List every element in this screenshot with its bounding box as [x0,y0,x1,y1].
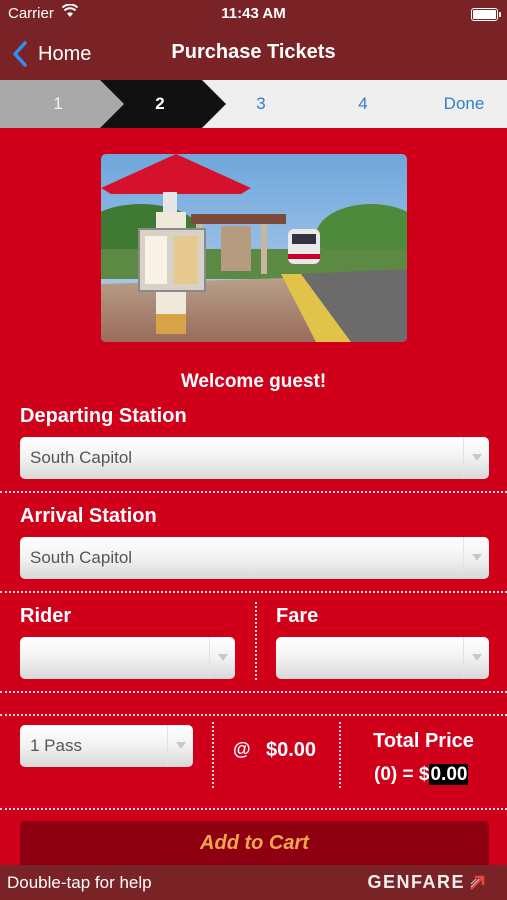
arrival-station-label: Arrival Station [20,505,157,527]
genfare-logo: GENFARE [367,872,485,893]
fare-label: Fare [276,605,319,627]
clock: 11:43 AM [221,5,286,22]
total-amount: 0.00 [429,764,469,785]
help-hint: Double-tap for help [7,873,152,892]
status-bar: Carrier 11:43 AM [0,0,507,28]
divider [0,714,507,716]
unit-price: $0.00 [266,739,317,761]
arrival-station-select[interactable]: South Capitol [20,537,489,579]
divider [0,491,507,493]
step-2-current[interactable]: 2 [140,80,180,128]
rider-label: Rider [20,605,72,627]
departing-station-value: South Capitol [30,448,133,467]
equals-sign: = [402,764,414,785]
total-price-label: Total Price [373,730,474,752]
fare-select[interactable] [276,637,489,679]
genfare-arrow-icon [470,875,485,890]
divider [0,808,507,810]
at-symbol: @ [233,739,251,759]
footer-bar: Double-tap for help GENFARE [0,865,507,900]
battery-icon [471,8,501,21]
dropdown-arrow-icon [463,637,489,679]
train-station-photo [101,154,407,342]
dropdown-arrow-icon [463,437,489,479]
brand-name: GENFARE [367,872,465,892]
rider-select[interactable] [20,637,235,679]
welcome-message: Welcome guest! [180,371,327,392]
page-title: Purchase Tickets [171,41,336,63]
quantity-value: 1 Pass [30,736,82,755]
step-1[interactable]: 1 [40,80,76,128]
dropdown-arrow-icon [167,725,193,767]
navigation-bar: Home Purchase Tickets [0,28,507,80]
departing-station-label: Departing Station [20,405,187,427]
divider [0,591,507,593]
total-currency: $ [418,764,430,785]
arrival-station-value: South Capitol [30,548,133,567]
total-price-line: (0) = $0.00 [374,764,469,786]
step-progress-bar: 1 2 3 4 Done [0,80,507,128]
dropdown-arrow-icon [209,637,235,679]
dropdown-arrow-icon [463,537,489,579]
item-count: (0) [374,764,398,785]
divider [0,691,507,693]
departing-station-select[interactable]: South Capitol [20,437,489,479]
quantity-select[interactable]: 1 Pass [20,725,193,767]
step-done[interactable]: Done [436,80,492,128]
step-4[interactable]: 4 [346,80,380,128]
step-3[interactable]: 3 [244,80,278,128]
vertical-divider [212,722,214,788]
add-to-cart-button[interactable]: Add to Cart [20,821,489,865]
vertical-divider [255,602,257,680]
